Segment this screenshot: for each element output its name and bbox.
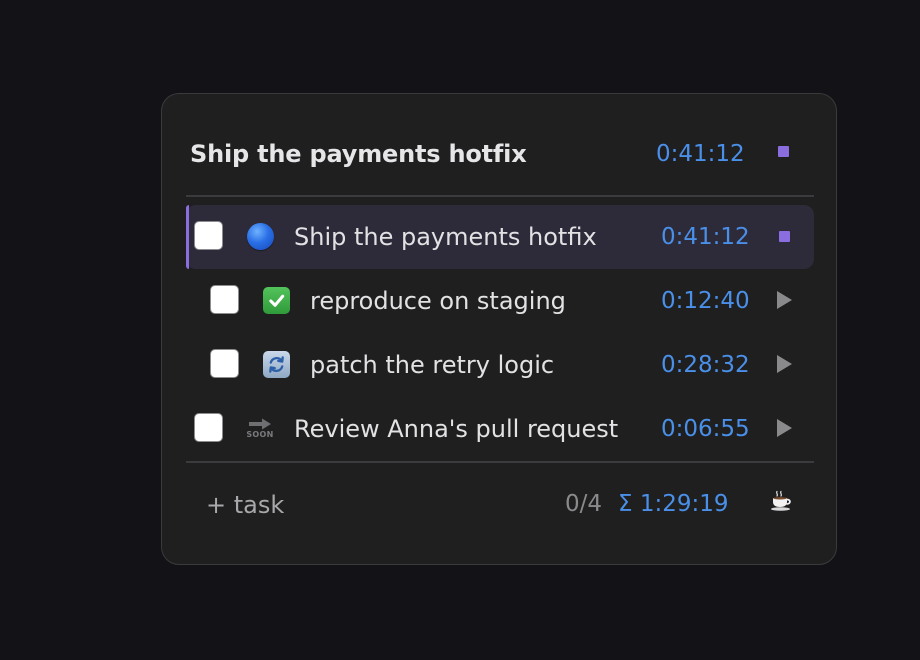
task-label: patch the retry logic <box>310 351 555 379</box>
stop-square-icon <box>777 145 789 157</box>
play-task-button[interactable] <box>772 415 796 441</box>
repeat-arrows-icon <box>260 348 292 380</box>
check-mark-button-icon <box>260 284 292 316</box>
coffee-cup-icon <box>770 490 796 516</box>
play-icon <box>776 355 792 373</box>
play-task-button[interactable] <box>772 287 796 313</box>
task-row-active[interactable]: Ship the payments hotfix 0:41:12 <box>186 205 814 269</box>
task-checkbox[interactable] <box>210 349 239 378</box>
play-icon <box>776 291 792 309</box>
task-row[interactable]: reproduce on staging 0:12:40 <box>186 269 814 333</box>
header-divider <box>186 195 814 197</box>
soon-arrow-icon: SOON <box>244 412 276 444</box>
timer-panel: Ship the payments hotfix 0:41:12 Ship th… <box>161 93 837 565</box>
task-checkbox[interactable] <box>210 285 239 314</box>
task-checkbox[interactable] <box>194 221 223 250</box>
soon-icon-text: SOON <box>246 430 274 439</box>
task-row[interactable]: patch the retry logic 0:28:32 <box>186 333 814 397</box>
total-time: Σ 1:29:19 <box>618 491 729 517</box>
header: Ship the payments hotfix 0:41:12 <box>162 94 836 194</box>
stop-task-button[interactable] <box>772 223 796 249</box>
play-icon <box>776 419 792 437</box>
task-label: reproduce on staging <box>310 287 566 315</box>
stop-timer-button[interactable] <box>771 139 795 163</box>
footer: + task 0/4 Σ 1:29:19 <box>162 463 836 563</box>
blue-circle-icon <box>244 220 276 252</box>
task-time: 0:06:55 <box>661 416 750 442</box>
task-time: 0:41:12 <box>661 224 750 250</box>
completed-count: 0/4 <box>565 491 603 517</box>
stop-square-icon <box>778 230 790 242</box>
play-task-button[interactable] <box>772 351 796 377</box>
task-label: Review Anna's pull request <box>294 415 619 443</box>
current-task-timer: 0:41:12 <box>656 141 745 167</box>
break-button[interactable] <box>768 488 798 518</box>
task-checkbox[interactable] <box>194 413 223 442</box>
current-task-title: Ship the payments hotfix <box>190 140 527 168</box>
add-task-button[interactable]: + task <box>206 491 284 519</box>
task-time: 0:28:32 <box>661 352 750 378</box>
task-label: Ship the payments hotfix <box>294 223 597 251</box>
task-row[interactable]: SOON Review Anna's pull request 0:06:55 <box>186 397 814 461</box>
task-time: 0:12:40 <box>661 288 750 314</box>
